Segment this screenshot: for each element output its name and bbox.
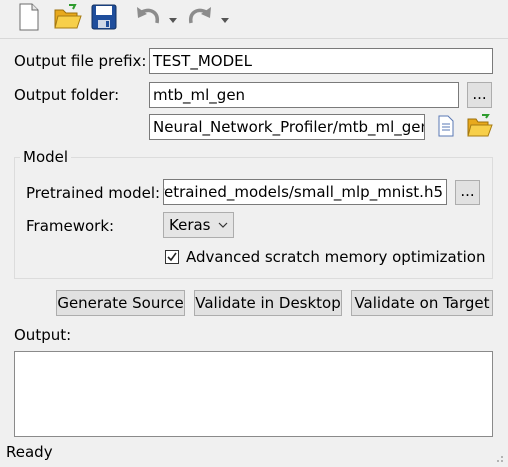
checkmark-icon <box>167 252 177 262</box>
validate-target-button[interactable]: Validate on Target <box>351 290 493 316</box>
open-folder-icon <box>53 3 83 35</box>
chevron-down-icon <box>220 10 230 28</box>
pretrained-model-value: pretrained_models/small_mlp_mnist.h5 <box>163 183 443 201</box>
status-text: Ready <box>6 443 53 461</box>
open-document-button[interactable] <box>432 115 460 141</box>
output-prefix-label: Output file prefix: <box>14 52 147 70</box>
new-file-icon <box>17 3 41 35</box>
toolbar <box>0 0 508 38</box>
scratch-memory-checkbox[interactable] <box>165 250 179 264</box>
toolbar-divider <box>0 38 508 39</box>
output-path-display[interactable]: Neural_Network_Profiler/mtb_ml_gen <box>149 114 425 140</box>
redo-dropdown-button[interactable] <box>218 4 232 34</box>
resize-grip-icon[interactable] <box>492 449 504 462</box>
framework-label: Framework: <box>26 217 115 235</box>
framework-value: Keras <box>169 216 211 234</box>
save-icon <box>90 3 118 35</box>
output-textarea[interactable] <box>14 351 493 437</box>
save-button[interactable] <box>88 4 120 34</box>
output-prefix-input[interactable]: TEST_MODEL <box>149 48 493 74</box>
undo-dropdown-button[interactable] <box>166 4 180 34</box>
framework-select[interactable]: Keras <box>163 212 234 238</box>
scratch-memory-label: Advanced scratch memory optimization <box>186 248 486 266</box>
new-file-button[interactable] <box>14 3 44 35</box>
output-folder-input[interactable]: mtb_ml_gen <box>149 82 459 108</box>
folder-open-icon <box>466 114 494 142</box>
pretrained-model-browse-button[interactable]: ... <box>455 180 480 205</box>
undo-icon <box>134 3 162 35</box>
model-group-title: Model <box>20 148 72 166</box>
chevron-down-icon <box>218 213 228 244</box>
redo-button[interactable] <box>184 4 216 34</box>
open-folder-path-button[interactable] <box>465 114 495 142</box>
document-icon <box>436 115 456 141</box>
pretrained-model-label: Pretrained model: <box>26 184 161 202</box>
output-folder-browse-button[interactable]: ... <box>467 82 492 108</box>
pretrained-model-input[interactable]: pretrained_models/small_mlp_mnist.h5 <box>163 179 447 205</box>
chevron-down-icon <box>168 10 178 28</box>
redo-icon <box>186 3 214 35</box>
validate-desktop-button[interactable]: Validate in Desktop <box>194 290 342 316</box>
generate-source-button[interactable]: Generate Source <box>56 290 185 316</box>
output-folder-label: Output folder: <box>14 86 120 104</box>
open-folder-button[interactable] <box>52 4 84 34</box>
output-label: Output: <box>14 326 72 344</box>
undo-button[interactable] <box>132 4 164 34</box>
